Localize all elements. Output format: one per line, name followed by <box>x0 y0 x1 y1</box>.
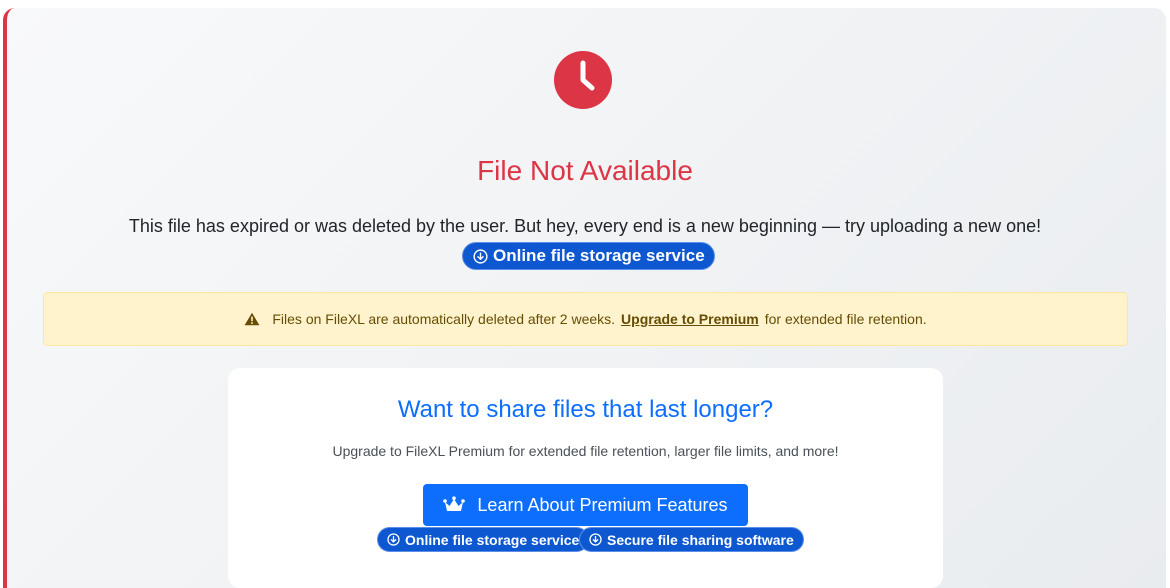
page-title: File Not Available <box>477 155 693 186</box>
online-storage-link-secondary[interactable]: Online file storage service <box>377 527 590 552</box>
secure-sharing-link-label: Secure file sharing software <box>607 531 794 548</box>
clock-icon <box>554 51 612 109</box>
learn-premium-button[interactable]: Learn About Premium Features <box>423 484 748 526</box>
online-storage-link[interactable]: Online file storage service <box>462 242 715 270</box>
arrow-circle-icon <box>473 248 488 264</box>
premium-promo-card: Want to share files that last longer? Up… <box>228 368 943 588</box>
online-storage-link-secondary-label: Online file storage service <box>405 531 580 548</box>
crown-icon <box>443 496 466 511</box>
promo-description: Upgrade to FileXL Premium for extended f… <box>332 443 839 459</box>
learn-premium-button-label: Learn About Premium Features <box>477 494 728 515</box>
arrow-circle-icon <box>387 533 400 546</box>
promo-title: Want to share files that last longer? <box>397 396 774 423</box>
error-description: This file has expired or was deleted by … <box>128 216 1042 236</box>
upgrade-premium-link[interactable]: Upgrade to Premium <box>621 311 759 327</box>
alert-text-after: for extended file retention. <box>764 311 927 327</box>
warning-icon <box>244 312 260 326</box>
online-storage-link-label: Online file storage service <box>493 246 705 265</box>
arrow-circle-icon <box>589 533 602 546</box>
secure-sharing-link[interactable]: Secure file sharing software <box>579 527 804 552</box>
retention-alert: Files on FileXL are automatically delete… <box>43 292 1128 346</box>
alert-text-before: Files on FileXL are automatically delete… <box>272 311 616 327</box>
